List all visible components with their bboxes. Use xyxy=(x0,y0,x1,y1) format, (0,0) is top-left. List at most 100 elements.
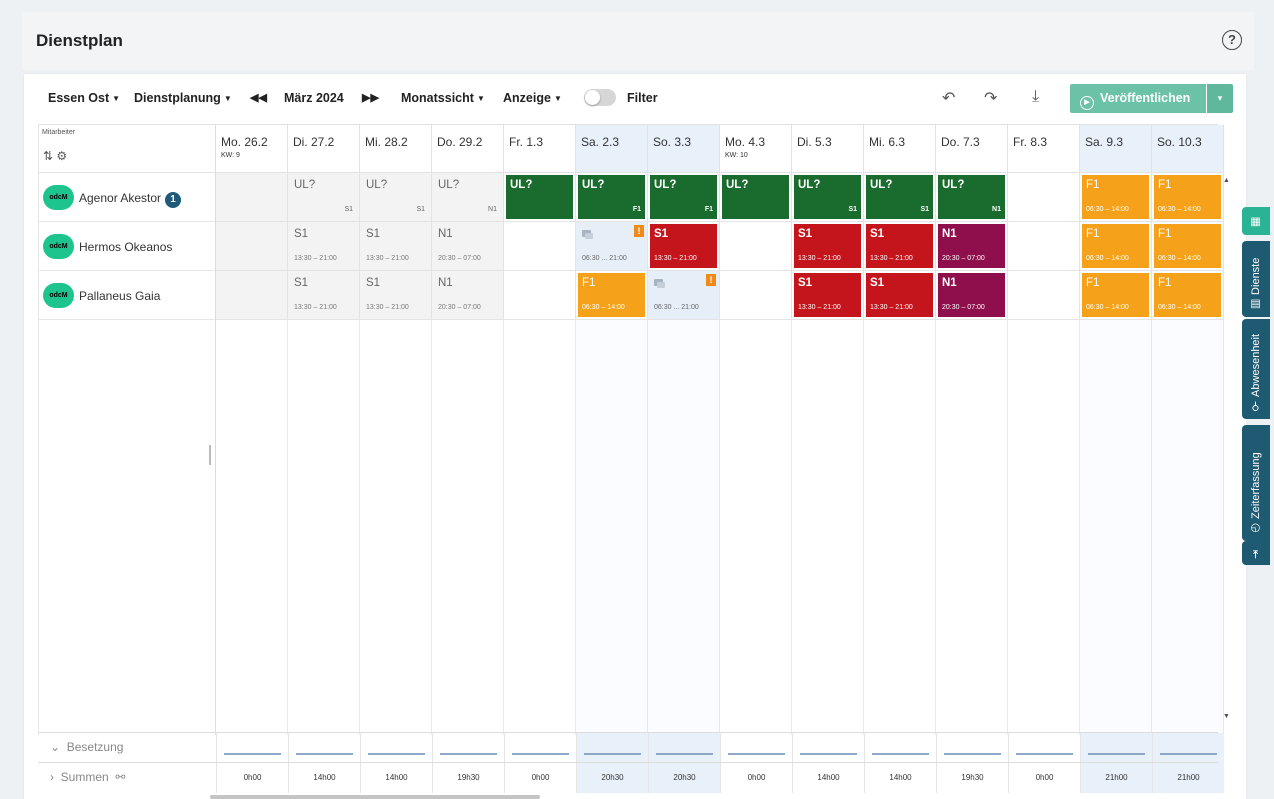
shift-block[interactable]: UL? S1 xyxy=(866,175,933,219)
schedule-cell[interactable]: S1 13:30 – 21:00 xyxy=(864,222,936,271)
shift-block[interactable]: N1 20:30 – 07:00 xyxy=(434,273,501,317)
shift-block[interactable]: S1 13:30 – 21:00 xyxy=(290,224,357,268)
employee-row[interactable]: odcM Hermos Okeanos xyxy=(39,222,215,271)
shift-block[interactable]: F1 06:30 – 14:00 xyxy=(1082,224,1149,268)
shift-block[interactable]: N1 20:30 – 07:00 xyxy=(938,224,1005,268)
schedule-cell[interactable]: UL? S1 xyxy=(792,173,864,222)
shift-block[interactable]: 06:30 ... 21:00! xyxy=(578,224,645,268)
shift-block[interactable]: S1 13:30 – 21:00 xyxy=(794,273,861,317)
display-dropdown[interactable]: Anzeige ▼ xyxy=(503,91,562,105)
day-header[interactable]: So. 10.3 xyxy=(1152,125,1224,173)
schedule-cell[interactable] xyxy=(504,222,576,271)
employee-row[interactable]: odcM Agenor Akestor 1 xyxy=(39,173,215,222)
undo-icon[interactable]: ↶ xyxy=(942,88,955,108)
shift-block[interactable]: S1 13:30 – 21:00 xyxy=(290,273,357,317)
schedule-cell[interactable]: F1 06:30 – 14:00 xyxy=(1080,271,1152,320)
schedule-cell[interactable]: S1 13:30 – 21:00 xyxy=(288,271,360,320)
schedule-cell[interactable]: S1 13:30 – 21:00 xyxy=(648,222,720,271)
schedule-cell[interactable]: UL? S1 xyxy=(288,173,360,222)
schedule-cell[interactable] xyxy=(216,271,288,320)
schedule-cell[interactable] xyxy=(216,222,288,271)
shift-block[interactable]: UL? S1 xyxy=(290,175,357,219)
shift-block[interactable]: S1 13:30 – 21:00 xyxy=(362,273,429,317)
day-header[interactable]: Di. 5.3 xyxy=(792,125,864,173)
schedule-cell[interactable]: N1 20:30 – 07:00 xyxy=(936,222,1008,271)
shift-block[interactable]: 06:30 ... 21:00! xyxy=(650,273,717,317)
schedule-cell[interactable]: UL? F1 xyxy=(648,173,720,222)
schedule-cell[interactable]: UL? xyxy=(504,173,576,222)
day-header[interactable]: Do. 29.2 xyxy=(432,125,504,173)
schedule-cell[interactable]: UL? S1 xyxy=(864,173,936,222)
side-tab[interactable]: ▤ Dienste xyxy=(1242,241,1270,317)
shift-block[interactable]: N1 20:30 – 07:00 xyxy=(938,273,1005,317)
publish-dropdown-button[interactable]: ▾ xyxy=(1207,84,1233,113)
besetzung-toggle[interactable]: ⌄ Besetzung xyxy=(50,740,123,754)
shift-block[interactable]: UL? N1 xyxy=(938,175,1005,219)
planning-dropdown[interactable]: Dienstplanung ▼ xyxy=(134,91,232,105)
schedule-cell[interactable]: 06:30 ... 21:00! xyxy=(648,271,720,320)
side-tab[interactable]: ⇥ xyxy=(1242,541,1270,565)
side-tab[interactable]: ▦ xyxy=(1242,207,1270,235)
schedule-cell[interactable] xyxy=(1008,271,1080,320)
column-resize-handle[interactable] xyxy=(209,445,211,465)
publish-button[interactable]: ▶ Veröffentlichen xyxy=(1070,84,1206,113)
schedule-cell[interactable]: F1 06:30 – 14:00 xyxy=(1152,173,1224,222)
schedule-cell[interactable]: S1 13:30 – 21:00 xyxy=(360,271,432,320)
schedule-cell[interactable]: 06:30 ... 21:00! xyxy=(576,222,648,271)
schedule-cell[interactable] xyxy=(1008,173,1080,222)
shift-block[interactable]: F1 06:30 – 14:00 xyxy=(1154,224,1221,268)
vertical-scrollbar[interactable]: ▲ ▼ xyxy=(1220,173,1234,735)
side-tab[interactable]: ⚲ Abwesenheit xyxy=(1242,319,1270,419)
shift-block[interactable]: S1 13:30 – 21:00 xyxy=(362,224,429,268)
schedule-cell[interactable]: UL? xyxy=(720,173,792,222)
employee-row[interactable]: odcM Pallaneus Gaia xyxy=(39,271,215,320)
day-header[interactable]: Fr. 1.3 xyxy=(504,125,576,173)
day-header[interactable]: Mi. 6.3 xyxy=(864,125,936,173)
day-header[interactable]: Di. 27.2 xyxy=(288,125,360,173)
day-header[interactable]: Mo. 26.2 KW: 9 xyxy=(216,125,288,173)
day-header[interactable]: So. 3.3 xyxy=(648,125,720,173)
schedule-cell[interactable]: S1 13:30 – 21:00 xyxy=(792,271,864,320)
schedule-cell[interactable] xyxy=(1008,222,1080,271)
shift-block[interactable]: UL? F1 xyxy=(650,175,717,219)
redo-icon[interactable]: ↷ xyxy=(984,88,997,108)
schedule-cell[interactable] xyxy=(720,271,792,320)
schedule-cell[interactable]: F1 06:30 – 14:00 xyxy=(576,271,648,320)
filter-toggle[interactable] xyxy=(584,89,616,106)
shift-block[interactable]: F1 06:30 – 14:00 xyxy=(1082,175,1149,219)
prev-month-icon[interactable]: ◀◀ xyxy=(250,91,267,104)
day-header[interactable]: Fr. 8.3 xyxy=(1008,125,1080,173)
view-dropdown[interactable]: Monatssicht ▼ xyxy=(401,91,485,105)
shift-block[interactable]: UL? S1 xyxy=(794,175,861,219)
schedule-cell[interactable]: S1 13:30 – 21:00 xyxy=(864,271,936,320)
day-header[interactable]: Do. 7.3 xyxy=(936,125,1008,173)
schedule-cell[interactable]: F1 06:30 – 14:00 xyxy=(1152,271,1224,320)
shift-block[interactable]: UL? N1 xyxy=(434,175,501,219)
sort-settings-icons[interactable]: ⇅ ⚙ xyxy=(43,149,67,163)
schedule-cell[interactable]: UL? S1 xyxy=(360,173,432,222)
horizontal-scrollbar[interactable] xyxy=(210,795,540,799)
schedule-cell[interactable] xyxy=(504,271,576,320)
shift-block[interactable]: UL? xyxy=(722,175,789,219)
schedule-cell[interactable]: UL? F1 xyxy=(576,173,648,222)
schedule-cell[interactable] xyxy=(720,222,792,271)
schedule-cell[interactable] xyxy=(216,173,288,222)
shift-block[interactable]: F1 06:30 – 14:00 xyxy=(1154,273,1221,317)
download-icon[interactable]: ⤓ xyxy=(1032,88,1039,106)
schedule-cell[interactable]: S1 13:30 – 21:00 xyxy=(360,222,432,271)
day-header[interactable]: Sa. 9.3 xyxy=(1080,125,1152,173)
shift-block[interactable]: UL? S1 xyxy=(362,175,429,219)
schedule-cell[interactable]: UL? N1 xyxy=(432,173,504,222)
schedule-cell[interactable]: S1 13:30 – 21:00 xyxy=(288,222,360,271)
shift-block[interactable]: UL? F1 xyxy=(578,175,645,219)
shift-block[interactable]: F1 06:30 – 14:00 xyxy=(578,273,645,317)
schedule-cell[interactable]: S1 13:30 – 21:00 xyxy=(792,222,864,271)
day-header[interactable]: Mi. 28.2 xyxy=(360,125,432,173)
shift-block[interactable]: S1 13:30 – 21:00 xyxy=(650,224,717,268)
shift-block[interactable]: S1 13:30 – 21:00 xyxy=(866,224,933,268)
day-header[interactable]: Mo. 4.3 KW: 10 xyxy=(720,125,792,173)
schedule-cell[interactable]: N1 20:30 – 07:00 xyxy=(936,271,1008,320)
shift-block[interactable]: S1 13:30 – 21:00 xyxy=(794,224,861,268)
schedule-cell[interactable]: N1 20:30 – 07:00 xyxy=(432,271,504,320)
notification-badge[interactable]: 1 xyxy=(165,192,182,208)
